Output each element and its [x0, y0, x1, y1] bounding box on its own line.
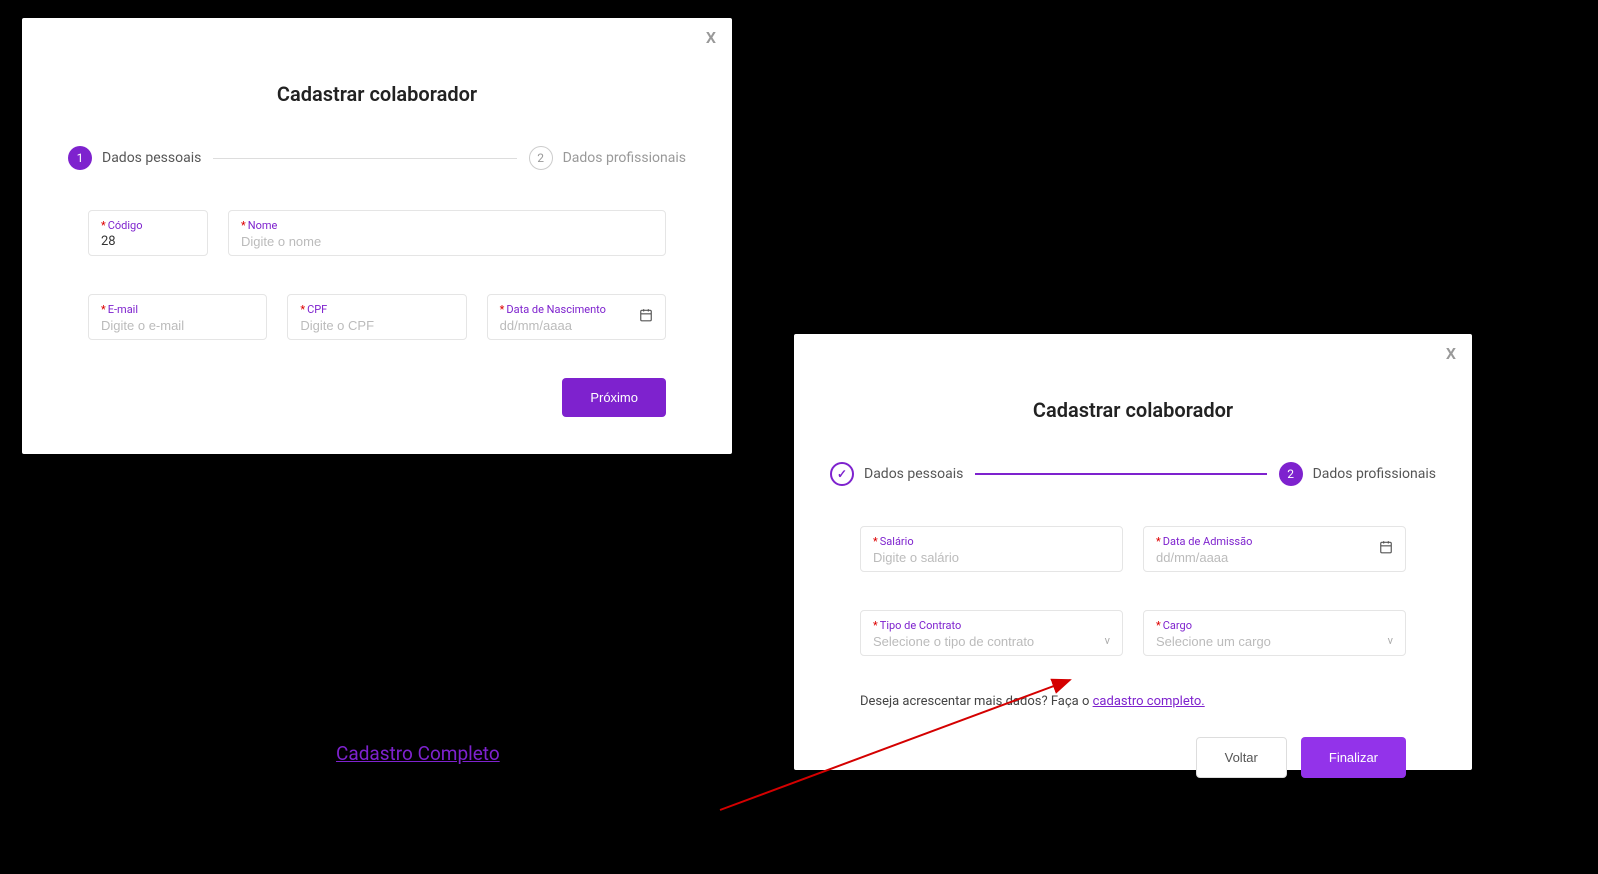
calendar-icon[interactable] — [639, 308, 653, 326]
dob-label-text: Data de Nascimento — [506, 303, 606, 316]
step-2-circle: 2 — [529, 146, 553, 170]
nome-field[interactable]: * Nome — [228, 210, 666, 256]
nome-label-text: Nome — [248, 219, 278, 232]
email-field[interactable]: * E-mail — [88, 294, 267, 340]
close-button[interactable]: X — [1446, 344, 1456, 363]
step-2-label: Dados profissionais — [563, 150, 686, 166]
chevron-down-icon: v — [1105, 634, 1110, 647]
codigo-value: 28 — [101, 234, 195, 249]
codigo-label: * Código — [101, 219, 195, 232]
salario-label: * Salário — [873, 535, 1110, 548]
close-button[interactable]: X — [706, 28, 716, 47]
salario-input[interactable] — [873, 550, 1110, 565]
required-asterisk: * — [300, 303, 305, 316]
step-2-circle: 2 — [1279, 462, 1303, 486]
cpf-input[interactable] — [300, 318, 453, 333]
step-1-label: Dados pessoais — [102, 150, 201, 166]
modal-title: Cadastrar colaborador — [38, 82, 716, 106]
contrato-field[interactable]: * Tipo de Contrato v — [860, 610, 1123, 656]
annotation-cadastro-completo: Cadastro Completo — [336, 742, 500, 765]
required-asterisk: * — [1156, 619, 1161, 632]
register-collaborator-modal-step2: X Cadastrar colaborador ✓ Dados pessoais… — [794, 334, 1472, 770]
cargo-label-text: Cargo — [1163, 619, 1192, 632]
step-professional-data: 2 Dados profissionais — [529, 146, 686, 170]
contrato-label-text: Tipo de Contrato — [880, 619, 962, 632]
required-asterisk: * — [101, 219, 106, 232]
step-connector — [213, 158, 516, 159]
cargo-field[interactable]: * Cargo v — [1143, 610, 1406, 656]
form-body: * Código 28 * Nome * E-mail — [38, 210, 716, 340]
dob-field[interactable]: * Data de Nascimento — [487, 294, 666, 340]
required-asterisk: * — [1156, 535, 1161, 548]
admissao-input[interactable] — [1156, 550, 1393, 565]
required-asterisk: * — [500, 303, 505, 316]
stepper: ✓ Dados pessoais 2 Dados profissionais — [810, 462, 1456, 486]
required-asterisk: * — [241, 219, 246, 232]
step-personal-data: 1 Dados pessoais — [68, 146, 201, 170]
form-row-1: * Código 28 * Nome — [88, 210, 666, 256]
form-row-1: * Salário * Data de Admissão — [860, 526, 1406, 572]
cpf-label: * CPF — [300, 303, 453, 316]
form-row-2: * Tipo de Contrato v * Cargo v — [860, 610, 1406, 656]
cargo-select[interactable] — [1156, 634, 1393, 649]
email-label-text: E-mail — [108, 303, 138, 316]
step-personal-data: ✓ Dados pessoais — [830, 462, 963, 486]
button-row: Próximo — [38, 378, 716, 417]
step-1-circle-done: ✓ — [830, 462, 854, 486]
admissao-label-text: Data de Admissão — [1163, 535, 1253, 548]
contrato-label: * Tipo de Contrato — [873, 619, 1110, 632]
cadastro-completo-link[interactable]: cadastro completo. — [1093, 694, 1205, 709]
salario-label-text: Salário — [880, 535, 914, 548]
cargo-label: * Cargo — [1156, 619, 1393, 632]
email-input[interactable] — [101, 318, 254, 333]
finish-button[interactable]: Finalizar — [1301, 737, 1406, 778]
contrato-select[interactable] — [873, 634, 1110, 649]
salario-field[interactable]: * Salário — [860, 526, 1123, 572]
cpf-label-text: CPF — [307, 303, 327, 316]
next-button[interactable]: Próximo — [562, 378, 666, 417]
calendar-icon[interactable] — [1379, 540, 1393, 558]
form-row-2: * E-mail * CPF * Data de Nascimento — [88, 294, 666, 340]
extra-data-prompt: Deseja acrescentar mais dados? Faça o ca… — [810, 694, 1456, 709]
modal-title: Cadastrar colaborador — [810, 398, 1456, 422]
stepper: 1 Dados pessoais 2 Dados profissionais — [38, 146, 716, 170]
email-label: * E-mail — [101, 303, 254, 316]
dob-input[interactable] — [500, 318, 653, 333]
admissao-label: * Data de Admissão — [1156, 535, 1393, 548]
cpf-field[interactable]: * CPF — [287, 294, 466, 340]
nome-label: * Nome — [241, 219, 653, 232]
dob-label: * Data de Nascimento — [500, 303, 653, 316]
step-1-label: Dados pessoais — [864, 466, 963, 482]
form-body: * Salário * Data de Admissão * — [810, 526, 1456, 656]
required-asterisk: * — [101, 303, 106, 316]
step-1-circle: 1 — [68, 146, 92, 170]
button-row: Voltar Finalizar — [810, 737, 1456, 778]
nome-input[interactable] — [241, 234, 653, 249]
step-2-label: Dados profissionais — [1313, 466, 1436, 482]
codigo-field[interactable]: * Código 28 — [88, 210, 208, 256]
chevron-down-icon: v — [1388, 634, 1393, 647]
admissao-field[interactable]: * Data de Admissão — [1143, 526, 1406, 572]
step-professional-data: 2 Dados profissionais — [1279, 462, 1436, 486]
register-collaborator-modal-step1: X Cadastrar colaborador 1 Dados pessoais… — [22, 18, 732, 454]
extra-data-text: Deseja acrescentar mais dados? Faça o — [860, 694, 1093, 709]
required-asterisk: * — [873, 619, 878, 632]
step-connector — [975, 473, 1266, 475]
codigo-label-text: Código — [108, 219, 143, 232]
required-asterisk: * — [873, 535, 878, 548]
back-button[interactable]: Voltar — [1196, 737, 1287, 778]
